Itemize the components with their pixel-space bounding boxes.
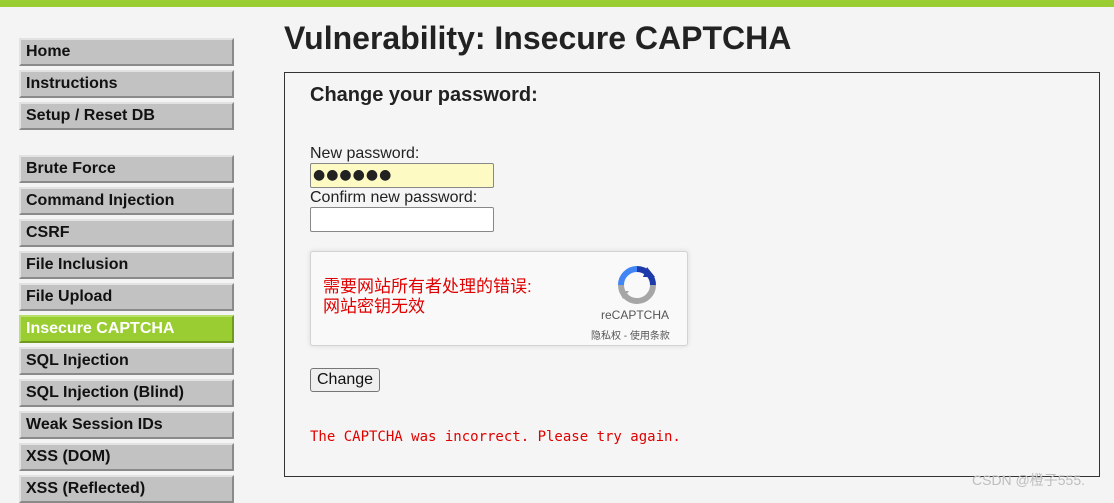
recaptcha-widget[interactable]: 需要网站所有者处理的错误: 网站密钥无效 reCAPTCHA 隐私权 - 使用条…	[310, 251, 688, 346]
sidebar-item-xss-dom[interactable]: XSS (DOM)	[19, 443, 234, 471]
recaptcha-privacy-terms-link[interactable]: 隐私权 - 使用条款	[591, 327, 670, 342]
sidebar-item-sql-injection-blind[interactable]: SQL Injection (Blind)	[19, 379, 234, 407]
sidebar-item-xss-reflected[interactable]: XSS (Reflected)	[19, 475, 234, 503]
recaptcha-error-text: 需要网站所有者处理的错误: 网站密钥无效	[323, 277, 573, 317]
recaptcha-error-line2: 网站密钥无效	[323, 297, 425, 316]
form-heading: Change your password:	[310, 84, 538, 106]
sidebar-item-sql-injection[interactable]: SQL Injection	[19, 347, 234, 375]
new-password-field[interactable]: ●●●●●●	[310, 163, 494, 188]
sidebar-item-csrf[interactable]: CSRF	[19, 219, 234, 247]
sidebar-item-home[interactable]: Home	[19, 38, 234, 66]
confirm-password-label: Confirm new password:	[310, 189, 478, 206]
captcha-error-message: The CAPTCHA was incorrect. Please try ag…	[310, 429, 681, 445]
sidebar-item-setup-reset-db[interactable]: Setup / Reset DB	[19, 102, 234, 130]
sidebar-item-weak-session-ids[interactable]: Weak Session IDs	[19, 411, 234, 439]
sidebar-item-file-upload[interactable]: File Upload	[19, 283, 234, 311]
recaptcha-logo-icon	[618, 266, 656, 304]
sidebar-item-brute-force[interactable]: Brute Force	[19, 155, 234, 183]
new-password-label: New password:	[310, 145, 420, 162]
page-title: Vulnerability: Insecure CAPTCHA	[284, 20, 792, 56]
sidebar-item-file-inclusion[interactable]: File Inclusion	[19, 251, 234, 279]
sidebar-item-instructions[interactable]: Instructions	[19, 70, 234, 98]
change-password-panel: Change your password: New password: ●●●●…	[284, 72, 1100, 477]
confirm-password-field[interactable]	[310, 207, 494, 232]
top-accent-bar	[0, 0, 1114, 7]
change-button[interactable]: Change	[310, 368, 381, 392]
sidebar-item-command-injection[interactable]: Command Injection	[19, 187, 234, 215]
sidebar-item-insecure-captcha[interactable]: Insecure CAPTCHA	[19, 315, 234, 343]
recaptcha-error-line1: 需要网站所有者处理的错误:	[323, 277, 532, 296]
watermark: CSDN @橙子555.	[972, 472, 1086, 488]
recaptcha-brand: reCAPTCHA	[601, 308, 670, 322]
